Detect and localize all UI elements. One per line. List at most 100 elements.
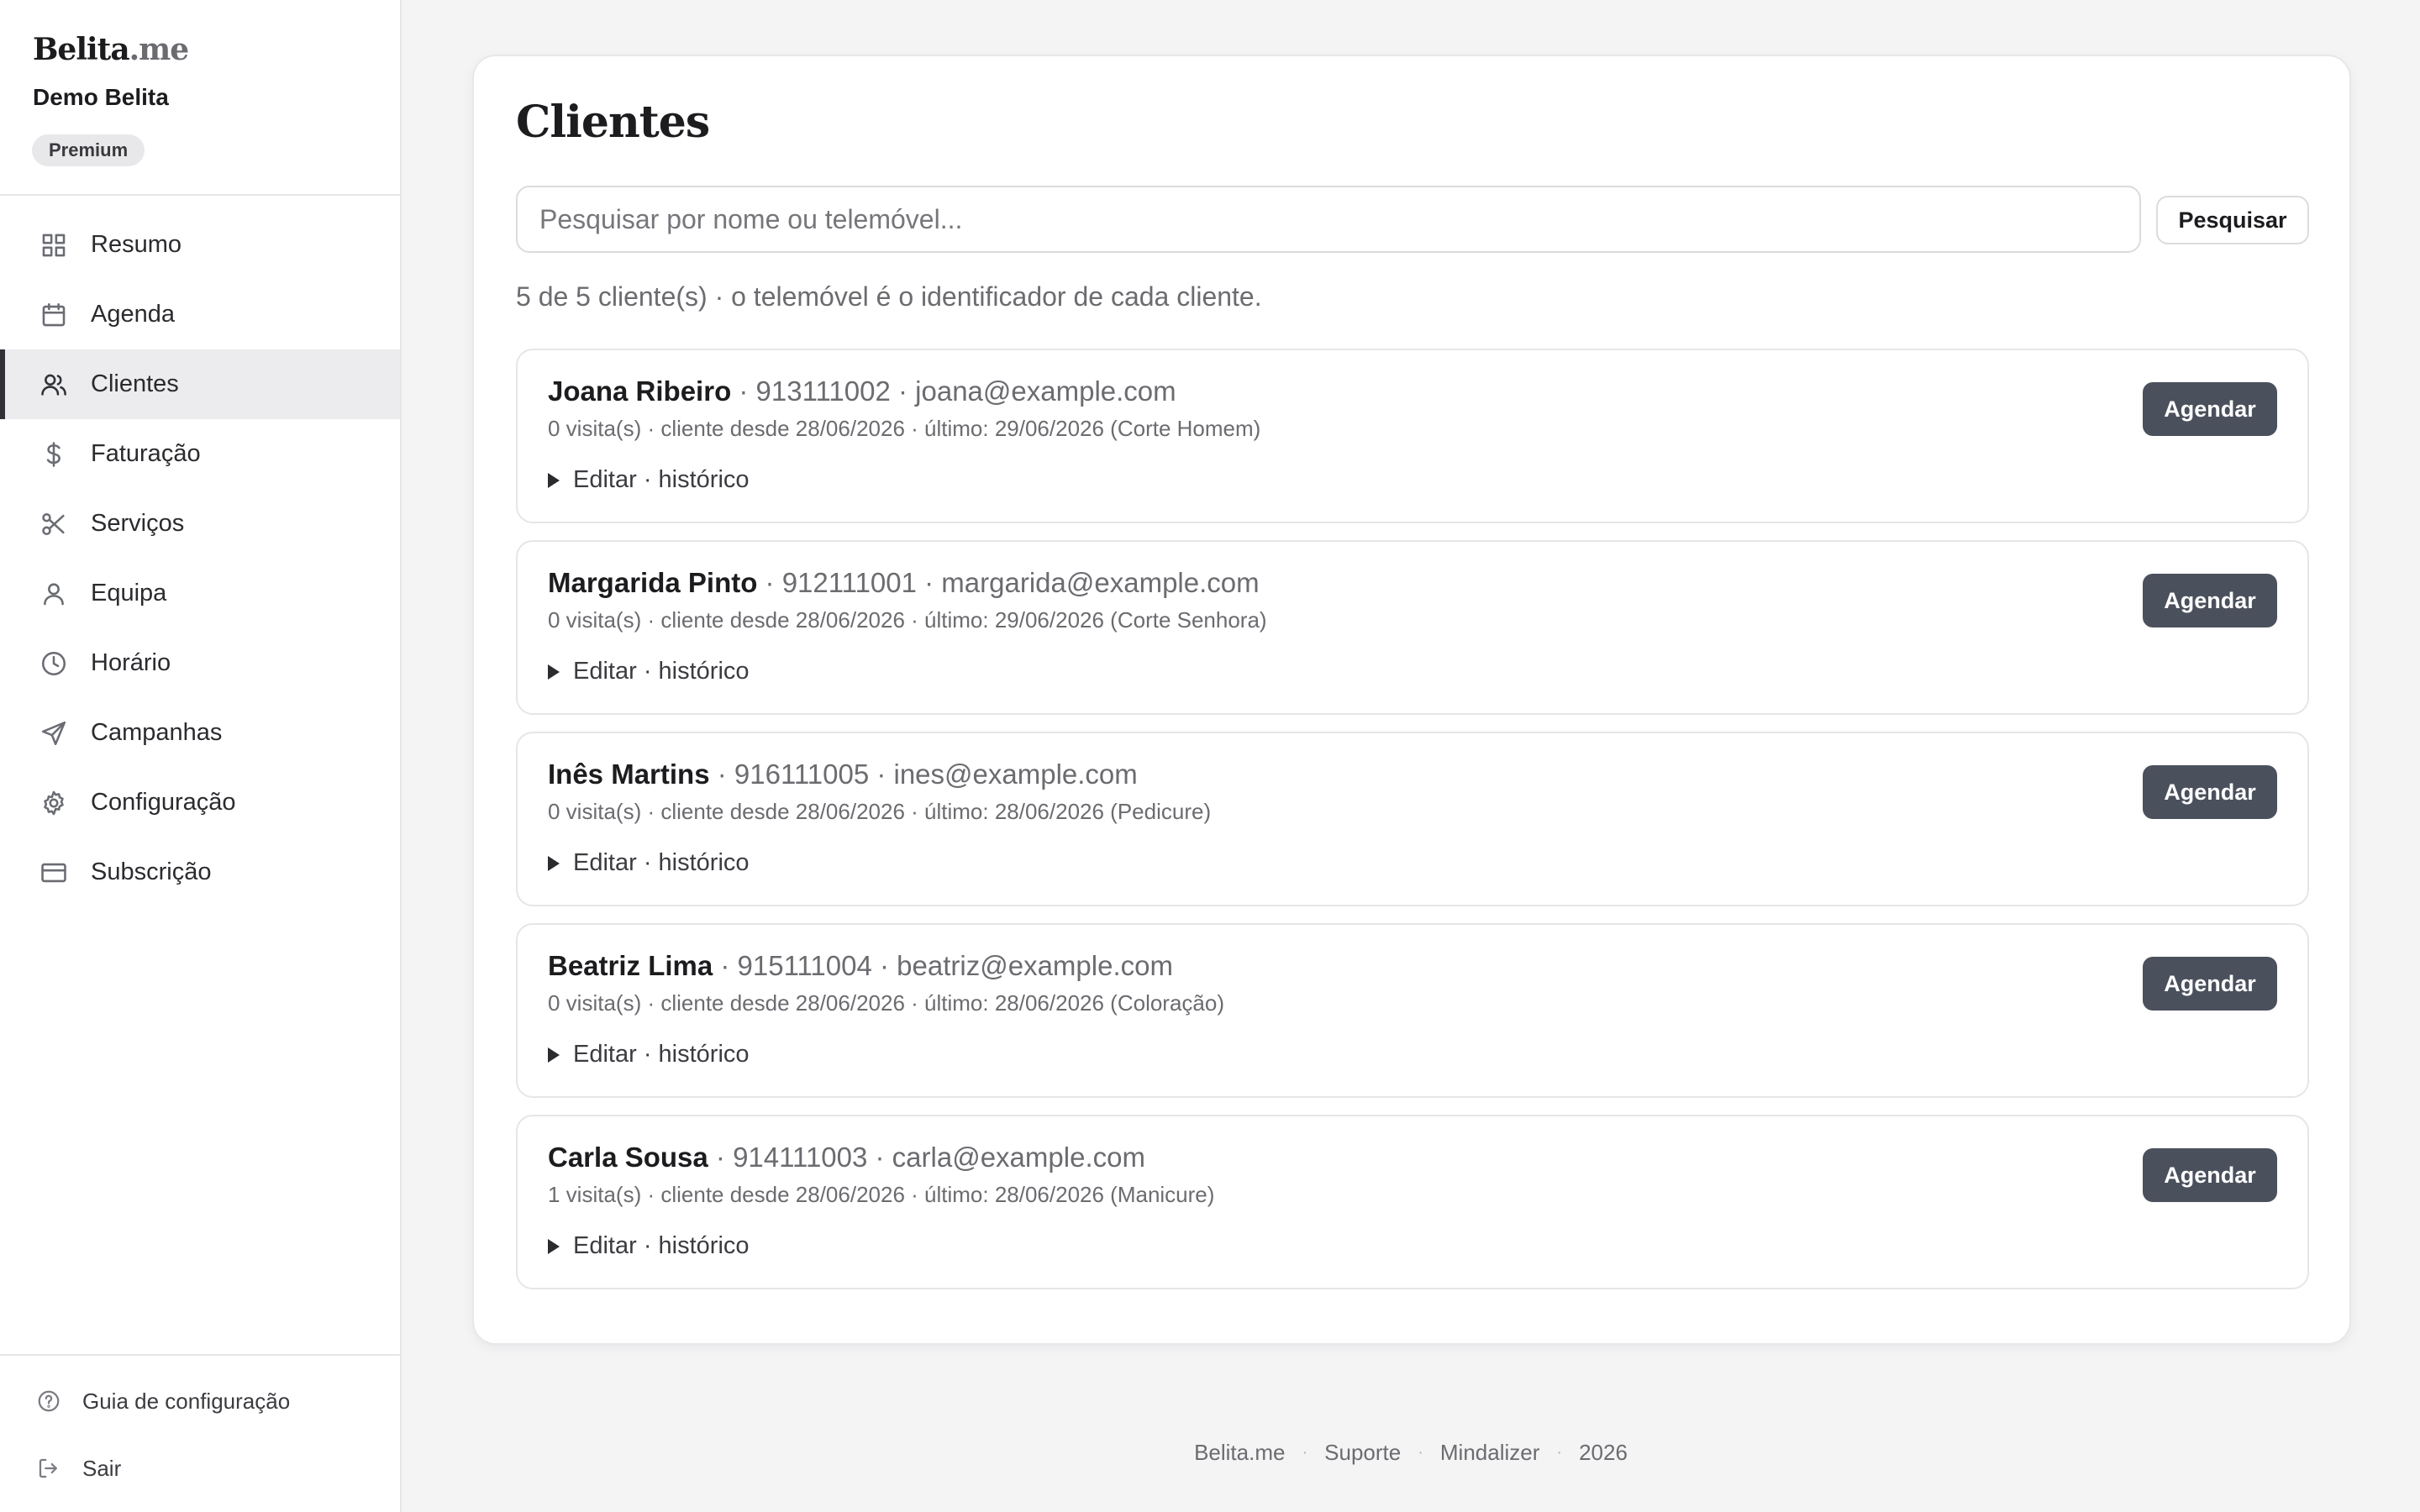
clock-icon <box>39 648 69 679</box>
sidebar-item-label: Resumo <box>91 231 182 258</box>
sidebar-item-horario[interactable]: Horário <box>0 628 400 698</box>
sidebar-nav: Resumo Agenda Clientes Faturação Serviço… <box>0 210 400 907</box>
logout-icon <box>35 1455 62 1482</box>
user-icon <box>39 579 69 609</box>
users-icon <box>39 370 69 400</box>
client-summary: Inês Martins · 916111005 · ines@example.… <box>548 759 1138 790</box>
client-meta: 0 visita(s) · cliente desde 28/06/2026 ·… <box>548 799 1212 824</box>
sidebar-item-label: Serviços <box>91 510 185 537</box>
client-name: Beatriz Lima <box>548 950 713 981</box>
footer-link-mindalizer[interactable]: Mindalizer <box>1440 1440 1540 1466</box>
sidebar-item-label: Agenda <box>91 301 175 328</box>
sidebar-item-faturacao[interactable]: Faturação <box>0 419 400 489</box>
sidebar-item-label: Equipa <box>91 580 167 606</box>
footer-separator: · <box>1418 1443 1423 1462</box>
client-edit-label: Editar · histórico <box>573 466 750 493</box>
sidebar-item-resumo[interactable]: Resumo <box>0 210 400 280</box>
client-list: Joana Ribeiro · 913111002 · joana@exampl… <box>516 349 2309 1306</box>
client-card: Beatriz Lima · 915111004 · beatriz@examp… <box>516 923 2309 1098</box>
client-summary: Joana Ribeiro · 913111002 · joana@exampl… <box>548 375 1176 407</box>
search-input[interactable] <box>516 186 2141 253</box>
client-name: Joana Ribeiro <box>548 375 732 407</box>
schedule-button[interactable]: Agendar <box>2143 957 2277 1011</box>
client-summary: Beatriz Lima · 915111004 · beatriz@examp… <box>548 950 1173 982</box>
sidebar-item-label: Campanhas <box>91 719 223 746</box>
client-card: Carla Sousa · 914111003 · carla@example.… <box>516 1115 2309 1289</box>
client-edit-label: Editar · histórico <box>573 1232 750 1259</box>
sidebar-item-label: Subscrição <box>91 858 212 885</box>
schedule-button[interactable]: Agendar <box>2143 765 2277 819</box>
client-edit-toggle[interactable]: Editar · histórico <box>548 658 750 685</box>
client-meta: 0 visita(s) · cliente desde 28/06/2026 ·… <box>548 607 1267 633</box>
client-contact: · 914111003 · carla@example.com <box>708 1142 1145 1173</box>
client-card: Margarida Pinto · 912111001 · margarida@… <box>516 540 2309 715</box>
sidebar-divider <box>0 1354 400 1356</box>
client-meta: 1 visita(s) · cliente desde 28/06/2026 ·… <box>548 1182 1215 1207</box>
footer-link-belita[interactable]: Belita.me <box>1194 1440 1285 1466</box>
credit-card-icon <box>39 858 69 888</box>
client-edit-toggle[interactable]: Editar · histórico <box>548 466 750 494</box>
disclosure-triangle-icon <box>548 472 560 488</box>
page-title: Clientes <box>516 97 710 148</box>
client-edit-toggle[interactable]: Editar · histórico <box>548 1232 750 1260</box>
sidebar-item-campanhas[interactable]: Campanhas <box>0 698 400 768</box>
scissors-icon <box>39 509 69 539</box>
client-edit-toggle[interactable]: Editar · histórico <box>548 1041 750 1068</box>
disclosure-triangle-icon <box>548 1238 560 1254</box>
sidebar-item-subscricao[interactable]: Subscrição <box>0 837 400 907</box>
grid-icon <box>39 230 69 260</box>
gear-icon <box>39 788 69 818</box>
dollar-icon <box>39 439 69 470</box>
footer-separator: · <box>1556 1443 1563 1462</box>
sidebar-item-label: Configuração <box>91 789 236 816</box>
disclosure-triangle-icon <box>548 664 560 680</box>
plan-badge: Premium <box>32 134 145 166</box>
client-edit-label: Editar · histórico <box>573 849 750 876</box>
schedule-button[interactable]: Agendar <box>2143 1148 2277 1202</box>
client-meta: 0 visita(s) · cliente desde 28/06/2026 ·… <box>548 990 1224 1016</box>
sidebar-item-label: Clientes <box>91 370 179 397</box>
logout-label: Sair <box>82 1455 122 1481</box>
calendar-icon <box>39 300 69 330</box>
client-contact: · 915111004 · beatriz@example.com <box>713 950 1173 981</box>
client-name: Carla Sousa <box>548 1142 708 1173</box>
sidebar-item-equipa[interactable]: Equipa <box>0 559 400 628</box>
clients-card: Clientes Pesquisar 5 de 5 cliente(s) · o… <box>472 55 2351 1345</box>
brand-logo[interactable]: Belita.me <box>33 32 189 67</box>
client-card: Inês Martins · 916111005 · ines@example.… <box>516 732 2309 906</box>
schedule-button[interactable]: Agendar <box>2143 574 2277 627</box>
client-contact: · 916111005 · ines@example.com <box>709 759 1138 790</box>
sidebar: Belita.me Demo Belita Premium Resumo Age… <box>0 0 402 1512</box>
send-icon <box>39 718 69 748</box>
logout-link[interactable]: Sair <box>0 1435 400 1502</box>
client-edit-label: Editar · histórico <box>573 658 750 685</box>
sidebar-item-clientes[interactable]: Clientes <box>0 349 400 419</box>
client-name: Margarida Pinto <box>548 567 758 598</box>
help-icon <box>35 1388 62 1415</box>
client-edit-label: Editar · histórico <box>573 1041 750 1068</box>
sidebar-item-agenda[interactable]: Agenda <box>0 280 400 349</box>
sidebar-divider <box>0 194 400 196</box>
disclosure-triangle-icon <box>548 1047 560 1063</box>
disclosure-triangle-icon <box>548 855 560 871</box>
results-count: 5 de 5 cliente(s) · o telemóvel é o iden… <box>516 281 1262 312</box>
client-contact: · 912111001 · margarida@example.com <box>757 567 1260 598</box>
client-edit-toggle[interactable]: Editar · histórico <box>548 849 750 877</box>
footer-year: 2026 <box>1579 1440 1628 1465</box>
client-contact: · 913111002 · joana@example.com <box>731 375 1176 407</box>
client-summary: Carla Sousa · 914111003 · carla@example.… <box>548 1142 1145 1173</box>
search-button[interactable]: Pesquisar <box>2156 196 2309 244</box>
sidebar-item-servicos[interactable]: Serviços <box>0 489 400 559</box>
setup-guide-link[interactable]: Guia de configuração <box>0 1368 400 1435</box>
client-meta: 0 visita(s) · cliente desde 28/06/2026 ·… <box>548 416 1261 441</box>
footer-link-suporte[interactable]: Suporte <box>1324 1440 1401 1466</box>
client-card: Joana Ribeiro · 913111002 · joana@exampl… <box>516 349 2309 523</box>
client-name: Inês Martins <box>548 759 710 790</box>
schedule-button[interactable]: Agendar <box>2143 382 2277 436</box>
footer: Belita.me · Suporte · Mindalizer · 2026 <box>402 1440 2420 1466</box>
client-summary: Margarida Pinto · 912111001 · margarida@… <box>548 567 1260 599</box>
setup-guide-label: Guia de configuração <box>82 1388 291 1414</box>
organization-name: Demo Belita <box>33 84 169 110</box>
sidebar-item-configuracao[interactable]: Configuração <box>0 768 400 837</box>
footer-separator: · <box>1302 1443 1308 1462</box>
